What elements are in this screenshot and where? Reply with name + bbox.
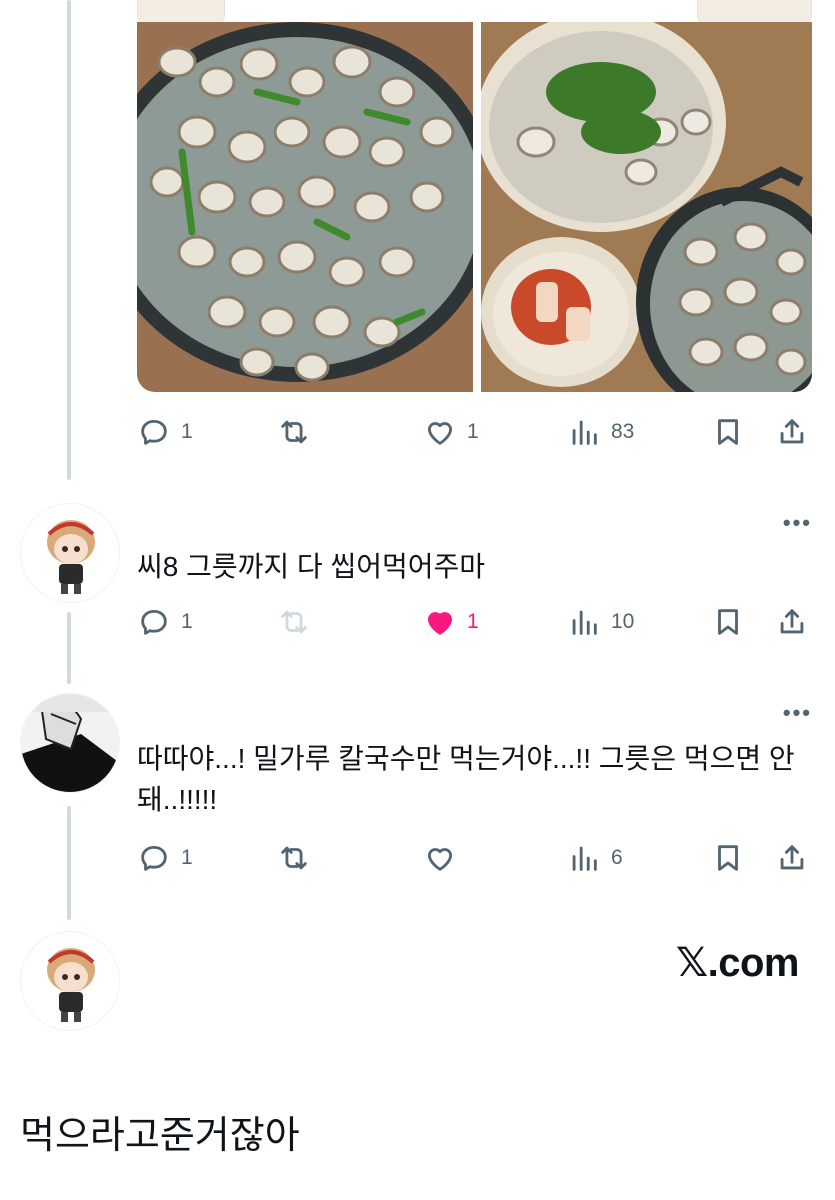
post-actions: 1 1 83 (137, 412, 812, 452)
thread-line (67, 806, 71, 920)
reply-icon (141, 609, 167, 635)
more-options-button[interactable]: ••• (783, 512, 812, 534)
views-button[interactable]: 83 (567, 412, 634, 452)
heart-icon (427, 422, 453, 445)
reply-icon (141, 845, 167, 871)
share-icon (780, 609, 804, 634)
like-button[interactable]: 1 (423, 602, 479, 642)
chibi-avatar[interactable] (20, 931, 120, 1031)
reply-button[interactable]: 1 (137, 838, 193, 878)
reply-text: 따따야...! 밀가루 칼국수만 먹는거야...!! 그릇은 먹으면 안돼..!… (137, 743, 795, 815)
reply-actions: 1 6 (137, 838, 812, 878)
share-icon (780, 845, 804, 870)
share-button[interactable] (775, 412, 809, 452)
views-count: 10 (611, 610, 635, 633)
repost-button[interactable] (277, 838, 321, 878)
bookmark-icon (718, 609, 738, 635)
views-icon (572, 846, 597, 871)
post-media-grid[interactable] (137, 0, 812, 392)
views-icon (572, 610, 597, 635)
like-count: 1 (467, 610, 479, 633)
bookmark-button[interactable] (711, 412, 745, 452)
bookmark-button[interactable] (711, 838, 745, 878)
reply-text: 씨8 그릇까지 다 씹어먹어주마 (137, 551, 486, 582)
thread-line (67, 612, 71, 684)
reply-count: 1 (181, 610, 193, 633)
views-icon (572, 420, 597, 445)
bookmark-icon (718, 419, 738, 445)
like-button[interactable] (423, 838, 467, 878)
chibi-avatar[interactable] (20, 503, 120, 603)
views-button[interactable]: 6 (567, 838, 623, 878)
heart-icon (427, 848, 453, 871)
page: 1 1 83 ••• 씨8 그릇까지 다 씹어먹어주마 1 1 10 ••• 따… (0, 0, 835, 1200)
views-count: 83 (611, 420, 635, 443)
clam-pot-photo[interactable] (137, 22, 473, 392)
repost-icon (281, 610, 307, 634)
views-button[interactable]: 10 (567, 602, 634, 642)
share-button[interactable] (775, 838, 809, 878)
repost-icon (281, 846, 307, 870)
repost-button[interactable] (277, 412, 321, 452)
x-com-watermark: 𝕏.com (675, 941, 800, 985)
bookmark-button[interactable] (711, 602, 745, 642)
like-count: 1 (467, 420, 479, 443)
share-button[interactable] (775, 602, 809, 642)
bottom-caption: 먹으라고준거잖아 (20, 1115, 300, 1157)
reply-button[interactable]: 1 (137, 602, 193, 642)
bookmark-icon (718, 845, 738, 871)
reply-actions: 1 1 10 (137, 602, 812, 642)
thread-line (67, 0, 71, 480)
more-options-button[interactable]: ••• (783, 702, 812, 724)
repost-button[interactable] (277, 602, 321, 642)
reply-count: 1 (181, 846, 193, 869)
kalguksu-kimchi-photo[interactable] (481, 22, 812, 392)
reply-count: 1 (181, 420, 193, 443)
repost-icon (281, 420, 307, 444)
reply-button[interactable]: 1 (137, 412, 193, 452)
like-button[interactable]: 1 (423, 412, 479, 452)
share-icon (780, 419, 804, 444)
views-count: 6 (611, 846, 623, 869)
heart-filled-icon (427, 612, 453, 635)
reply-icon (141, 419, 167, 445)
manga-avatar[interactable] (20, 693, 120, 793)
